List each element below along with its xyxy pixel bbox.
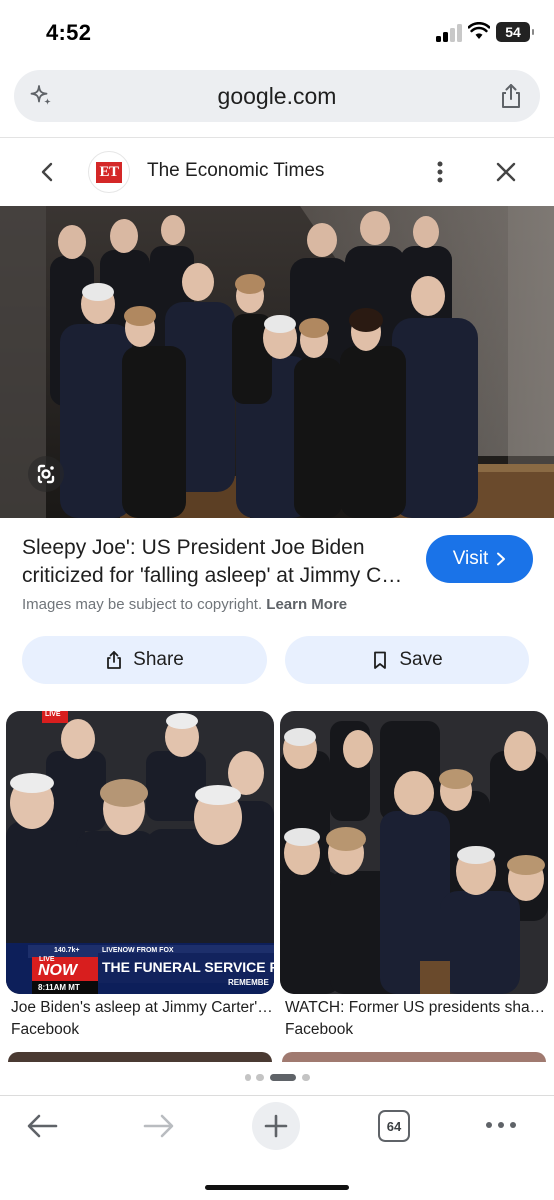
broadcast-headline: THE FUNERAL SERVICE FO bbox=[102, 959, 274, 975]
result-title-line-1[interactable]: Sleepy Joe': US President Joe Biden bbox=[22, 534, 406, 562]
visit-label: Visit bbox=[452, 548, 489, 569]
share-button[interactable]: Share bbox=[22, 636, 267, 684]
home-indicator bbox=[205, 1185, 349, 1190]
new-tab-button[interactable] bbox=[252, 1102, 300, 1150]
copyright-notice: Images may be subject to copyright. Lear… bbox=[22, 596, 347, 613]
bookmark-icon bbox=[374, 651, 387, 669]
google-lens-button[interactable] bbox=[28, 456, 64, 492]
result-title[interactable]: Sleepy Joe': US President Joe Biden crit… bbox=[22, 534, 406, 590]
related-source-2[interactable]: Facebook bbox=[285, 1021, 353, 1039]
forward-arrow-icon[interactable] bbox=[143, 1113, 175, 1139]
more-vert-icon[interactable] bbox=[430, 159, 450, 185]
chevron-right-icon bbox=[497, 552, 506, 566]
now-badge: NOW bbox=[38, 962, 78, 979]
tab-switcher-button[interactable]: 64 bbox=[378, 1110, 410, 1142]
url-domain[interactable]: google.com bbox=[14, 83, 540, 110]
livenow-ticker: LIVENOW FROM FOX bbox=[102, 947, 174, 954]
plus-icon bbox=[264, 1114, 288, 1138]
battery-icon: 54 bbox=[496, 22, 534, 42]
wifi-icon bbox=[468, 22, 490, 39]
share-icon bbox=[107, 651, 122, 669]
related-image-2[interactable] bbox=[280, 711, 548, 994]
bottom-toolbar: 64 bbox=[0, 1095, 554, 1200]
live-badge: LIVE bbox=[45, 711, 61, 718]
share-icon[interactable] bbox=[498, 82, 524, 110]
related-caption-1[interactable]: Joe Biden's asleep at Jimmy Carter's fun… bbox=[11, 999, 273, 1017]
main-image[interactable] bbox=[0, 206, 554, 518]
learn-more-link[interactable]: Learn More bbox=[266, 596, 347, 613]
tab-count: 64 bbox=[386, 1118, 402, 1134]
carousel-indicator bbox=[0, 1074, 554, 1082]
source-name[interactable]: The Economic Times bbox=[147, 160, 324, 182]
result-title-line-2[interactable]: criticized for 'falling asleep' at Jimmy… bbox=[22, 562, 406, 590]
broadcast-time: 8:11AM MT bbox=[38, 983, 80, 992]
related-photo-2 bbox=[280, 711, 548, 994]
source-logo-text: ET bbox=[96, 161, 122, 183]
lens-icon bbox=[37, 464, 55, 484]
more-horiz-icon[interactable] bbox=[484, 1120, 518, 1130]
related-source-1[interactable]: Facebook bbox=[11, 1021, 79, 1039]
broadcast-subline: REMEMBE bbox=[228, 978, 269, 987]
related-caption-2[interactable]: WATCH: Former US presidents share a laug… bbox=[285, 999, 547, 1017]
viewer-count: 140.7k+ bbox=[54, 947, 80, 954]
status-time: 4:52 bbox=[46, 20, 92, 45]
visit-button[interactable]: Visit bbox=[426, 535, 533, 583]
address-bar[interactable]: google.com bbox=[14, 70, 540, 122]
source-logo[interactable]: ET bbox=[88, 151, 130, 193]
share-label: Share bbox=[133, 649, 184, 670]
save-label: Save bbox=[399, 649, 443, 670]
related-image-4-peek[interactable] bbox=[282, 1052, 546, 1062]
status-bar: 4:52 54 bbox=[0, 0, 554, 62]
source-header: ET The Economic Times bbox=[0, 140, 554, 204]
close-icon[interactable] bbox=[494, 160, 518, 184]
cellular-signal-icon bbox=[436, 24, 464, 42]
save-button[interactable]: Save bbox=[285, 636, 529, 684]
copyright-text: Images may be subject to copyright. bbox=[22, 596, 263, 613]
back-arrow-icon[interactable] bbox=[26, 1113, 58, 1139]
funeral-photo bbox=[0, 206, 554, 518]
related-image-1[interactable]: LIVE 140.7k+ LIVENOW FROM FOX LIVE NOW 8… bbox=[6, 711, 274, 994]
divider bbox=[0, 137, 554, 138]
chevron-left-icon[interactable] bbox=[36, 160, 60, 184]
related-image-3-peek[interactable] bbox=[8, 1052, 272, 1062]
